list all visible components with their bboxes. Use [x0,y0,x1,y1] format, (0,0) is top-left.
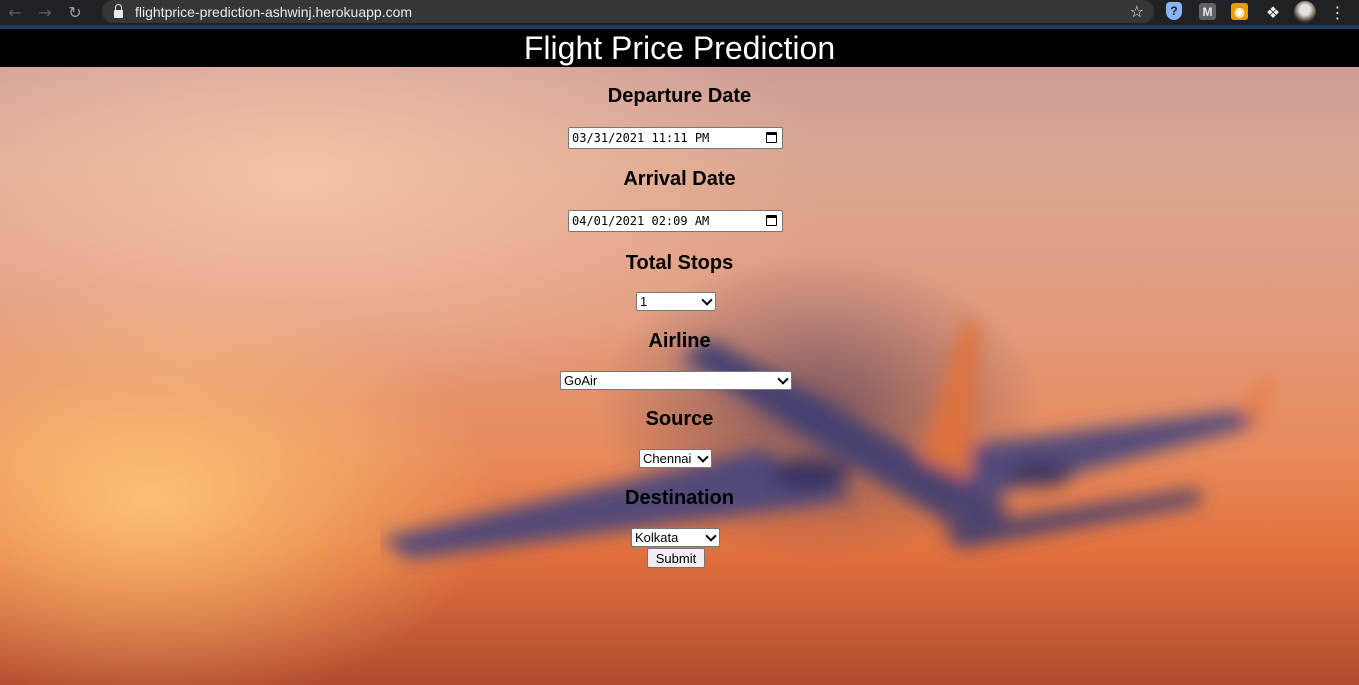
browser-toolbar: ← → ↻ flightprice-prediction-ashwinj.her… [0,0,1359,29]
arrival-date-value: 04/01/2021 02:09 AM [572,214,710,228]
airline-value: GoAir [564,373,598,388]
total-stops-value: 1 [640,294,648,309]
airline-select[interactable]: GoAir [560,371,792,390]
profile-avatar[interactable] [1294,1,1316,23]
calendar-icon[interactable] [766,215,777,226]
destination-label: Destination [625,487,734,509]
bookmark-star-icon[interactable]: ☆ [1130,2,1144,21]
source-label: Source [645,408,714,430]
destination-value: Kolkata [635,530,679,545]
orange-extension-icon[interactable]: ◉ [1231,3,1248,20]
calendar-icon[interactable] [766,132,777,143]
chevron-down-icon [697,451,709,463]
total-stops-label: Total Stops [625,252,734,274]
departure-date-input[interactable]: 03/31/2021 11:11 PM [568,127,783,149]
arrival-date-input[interactable]: 04/01/2021 02:09 AM [568,210,783,232]
arrival-date-label: Arrival Date [623,168,736,190]
back-icon[interactable]: ← [0,0,30,25]
chevron-down-icon [705,530,717,542]
more-menu-icon[interactable]: ⋮ [1330,0,1346,25]
destination-select[interactable]: Kolkata [631,528,720,547]
header-bar: Flight Price Prediction [0,29,1359,67]
departure-date-label: Departure Date [607,85,752,107]
total-stops-select[interactable]: 1 [636,292,716,311]
extensions-puzzle-icon[interactable]: ❖ [1263,2,1283,22]
airline-label: Airline [648,330,711,352]
reload-icon[interactable]: ↻ [60,0,90,25]
forward-icon[interactable]: → [30,0,60,25]
page-background: Flight Price Prediction Departure Date 0… [0,29,1359,685]
m-extension-icon[interactable]: M [1199,3,1216,20]
departure-date-value: 03/31/2021 11:11 PM [572,131,710,145]
chevron-down-icon [701,294,713,306]
chevron-down-icon [777,373,789,385]
source-value: Chennai [643,451,692,466]
submit-button[interactable]: Submit [647,548,705,568]
address-bar[interactable]: flightprice-prediction-ashwinj.herokuapp… [102,0,1154,23]
shield-extension-icon[interactable]: ? [1166,2,1182,20]
source-select[interactable]: Chennai [639,449,712,468]
page-title: Flight Price Prediction [523,30,836,66]
lock-icon [114,3,123,18]
address-url[interactable]: flightprice-prediction-ashwinj.herokuapp… [135,4,412,20]
